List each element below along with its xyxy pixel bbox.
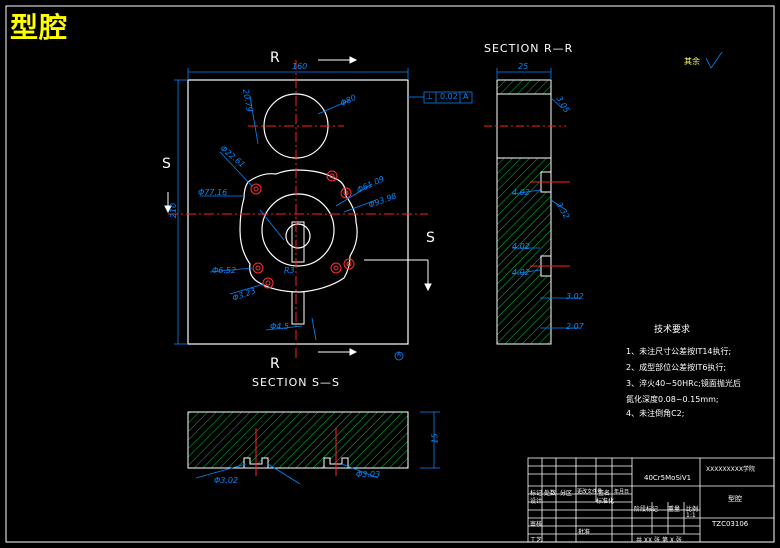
tb-part-name: 型腔 xyxy=(728,495,742,503)
tb-drawing-no: TZC03106 xyxy=(712,520,749,528)
tb-row-date: 年月日 xyxy=(614,489,630,495)
tech-item-2: 2、成型部位公差按IT6执行; xyxy=(626,363,727,372)
front-view xyxy=(164,56,473,361)
tb-material: 40Cr5MoSiV1 xyxy=(644,474,692,482)
slot xyxy=(291,221,305,263)
section-rr-label: SECTION R—R xyxy=(484,42,574,55)
dim-dia-45: Φ4.5 xyxy=(270,322,290,331)
tb-company: XXXXXXXXX学院 xyxy=(706,466,755,473)
section-ss-view xyxy=(187,411,440,485)
tb-scale: 1:1 xyxy=(686,512,696,519)
tb-approve: 批准 xyxy=(578,529,591,536)
ss-height: 15 xyxy=(430,433,440,444)
drawing-title: 型腔 xyxy=(10,11,69,44)
tb-review: 审核 xyxy=(530,521,543,528)
dim-width-top: 160 xyxy=(292,62,308,71)
tb-sheet: 共 XX 张 第 X 张 xyxy=(636,537,682,544)
rr-402: 4.02 xyxy=(512,188,530,197)
dim-dia-77: Φ77.16 xyxy=(198,188,228,197)
tb-process: 工艺 xyxy=(530,537,543,544)
ss-d1: Φ3.02 xyxy=(214,476,239,485)
rr-402c: 4.02 xyxy=(512,268,530,277)
s-label-left: S xyxy=(162,156,171,172)
cad-drawing xyxy=(5,5,775,543)
roughness-rest-label: 其余 xyxy=(684,57,700,66)
tech-heading: 技术要求 xyxy=(654,325,691,335)
cavity-inner-circle xyxy=(261,193,335,267)
gate-channel xyxy=(291,291,305,325)
tb-stage: 阶段标记 xyxy=(634,506,659,513)
tech-item-1: 1、未注尺寸公差按IT14执行; xyxy=(626,347,732,356)
tech-item-3: 3、淬火40~50HRc;镜面抛光后 xyxy=(626,379,741,388)
tech-item-5: 4、未注倒角C2; xyxy=(626,409,685,418)
rr-402b: 4.02 xyxy=(512,242,530,251)
tol-value: 0.02 xyxy=(440,92,458,101)
front-plate xyxy=(187,79,409,345)
ss-d2: Φ3.03 xyxy=(356,470,381,479)
section-ss-label: SECTION S—S xyxy=(252,376,340,389)
dim-r3: R3 xyxy=(284,266,295,275)
rr-2-07: 2.07 xyxy=(566,322,584,331)
section-markers xyxy=(164,56,432,356)
rr-3-02: 3.02 xyxy=(566,292,584,301)
tb-row-count: 处数 xyxy=(544,490,557,497)
tol-symbol: ⊥ xyxy=(426,92,433,101)
tb-design: 设计 xyxy=(530,498,543,505)
pin-holes xyxy=(250,170,355,289)
tol-datum: A xyxy=(463,92,469,101)
dim-dia-652: Φ6.52 xyxy=(212,266,237,275)
r-label-bottom: R xyxy=(270,356,280,372)
r-label-top: R xyxy=(270,50,280,66)
tb-weight: 重量 xyxy=(668,506,681,513)
center-lines xyxy=(168,60,428,360)
datum-letter: A xyxy=(397,351,402,358)
s-label-right: S xyxy=(426,230,435,246)
tech-item-4: 氮化深度0.08~0.15mm; xyxy=(626,395,719,404)
cavity-center-circle xyxy=(285,223,311,249)
tb-row-zone: 分区 xyxy=(560,490,573,497)
rr-width: 25 xyxy=(518,62,529,71)
tb-standard: 标准化 xyxy=(596,498,615,505)
dim-height-left: 210 xyxy=(169,202,179,219)
roughness-symbol xyxy=(705,51,723,69)
